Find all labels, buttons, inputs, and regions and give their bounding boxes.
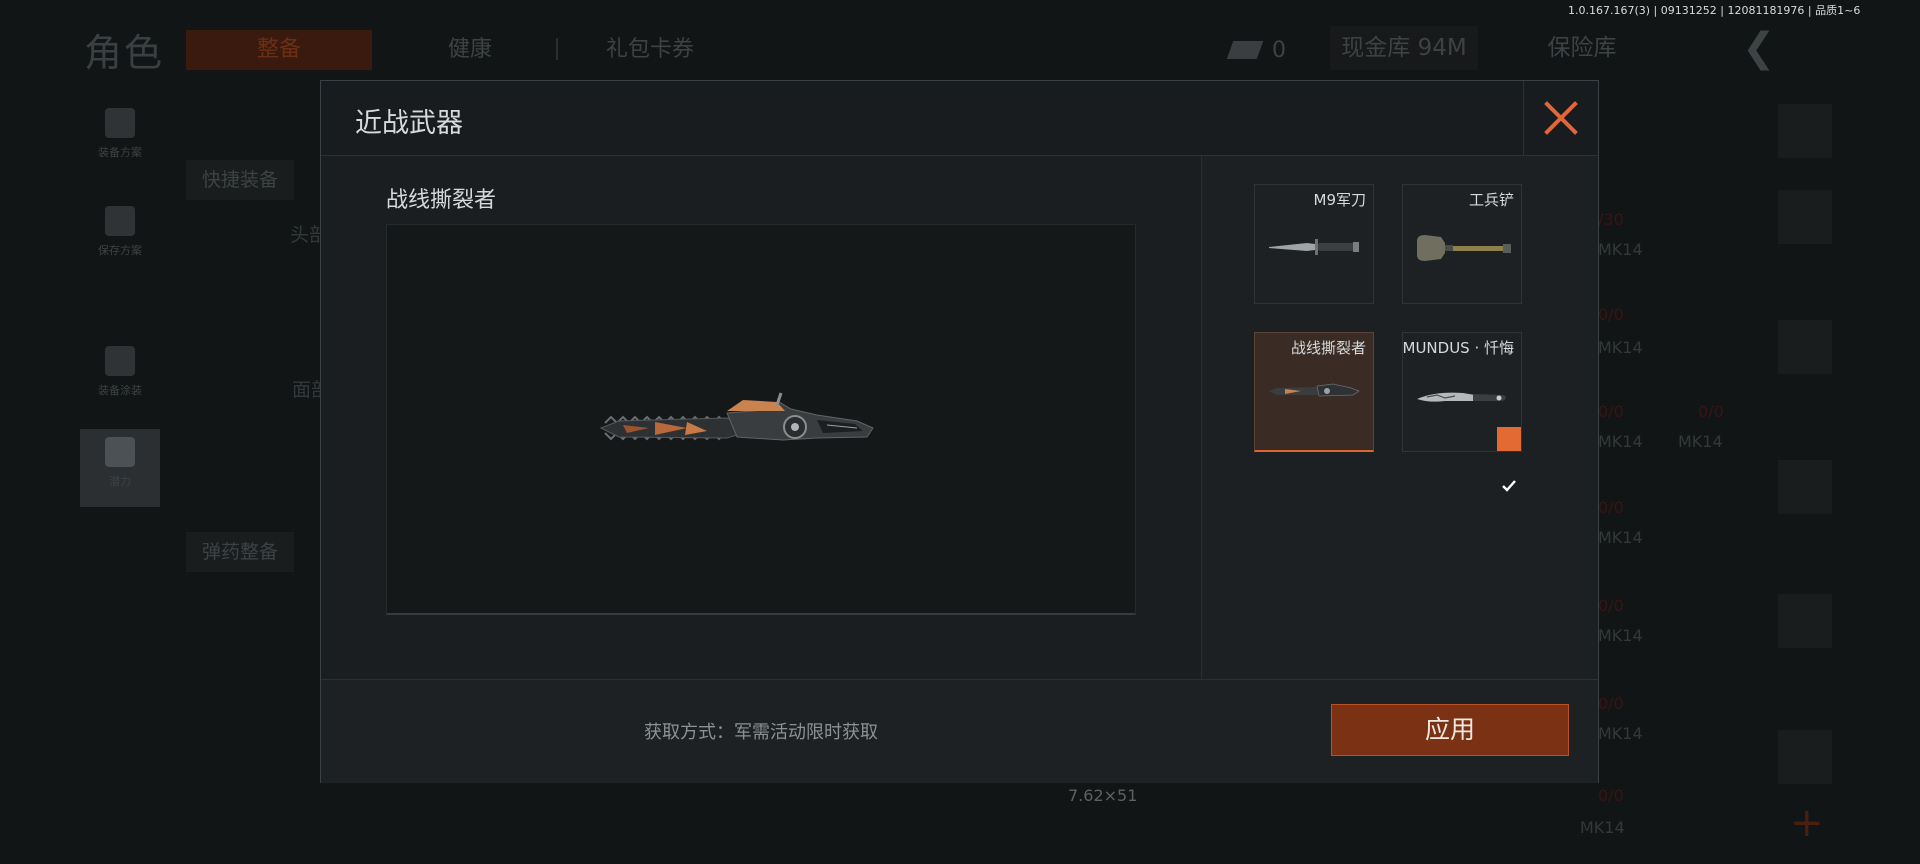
version-text: 1.0.167.167(3) | 09131252 | 12081181976 … — [1568, 4, 1861, 17]
tab-divider — [556, 38, 558, 60]
cash-vault-button[interactable]: 现金库 94M — [1330, 26, 1478, 70]
item-name: MK14 — [1598, 338, 1643, 357]
item-name: MK14 — [1678, 432, 1723, 451]
rifle-icon[interactable] — [1778, 460, 1832, 514]
screen: 角色 整备 健康 礼包卡券 0 现金库 94M 保险库 ❮ 1.0.167.16… — [0, 0, 1920, 864]
tab-prepare[interactable]: 整备 — [186, 30, 372, 70]
insurance-vault-button[interactable]: 保险库 — [1520, 26, 1644, 70]
page-title: 角色 — [84, 31, 165, 75]
equipped-check — [1497, 427, 1521, 492]
rail-label: 装备涂装 — [98, 384, 142, 397]
bayonet-icon — [1269, 239, 1359, 255]
currency-value: 0 — [1272, 37, 1286, 63]
item-name: MK14 — [1598, 528, 1643, 547]
weapon-tile-label: MUNDUS · 忏悔 — [1402, 339, 1515, 357]
plus-icon[interactable]: + — [1790, 800, 1824, 846]
checkmark-icon — [1502, 480, 1516, 492]
currency-display: 0 — [1226, 30, 1286, 70]
ammo-equip-button[interactable]: 弹药整备 — [186, 532, 295, 572]
close-icon — [1544, 101, 1578, 135]
rail-label: 装备方案 — [98, 146, 142, 159]
item-name: MK14 — [1598, 626, 1643, 645]
item-count: 0/0 — [1598, 498, 1624, 517]
dialog-title: 近战武器 — [355, 108, 463, 139]
close-button[interactable] — [1523, 81, 1598, 155]
weapon-tile-label: 工兵铲 — [1468, 191, 1514, 209]
tab-gift-cards[interactable]: 礼包卡券 — [590, 30, 710, 70]
item-name: MK14 — [1580, 818, 1625, 837]
weapon-tile-m9[interactable]: M9军刀 — [1254, 184, 1374, 304]
item-count: 0/0 — [1698, 402, 1724, 421]
rail-item-loadout[interactable]: 装备方案 — [80, 100, 160, 178]
dialog-body: 战线撕裂者 M9军刀 工兵铲 战线撕裂者 MUNDUS · 忏悔 — [321, 156, 1598, 679]
slot-icon[interactable] — [1778, 730, 1832, 784]
quick-equip-button[interactable]: 快捷装备 — [186, 160, 295, 200]
currency-icon — [1226, 41, 1264, 59]
potential-icon — [105, 437, 135, 467]
slot-icon[interactable] — [1778, 190, 1832, 244]
item-count: 0/0 — [1598, 786, 1624, 805]
item-count: 0/0 — [1598, 402, 1624, 421]
weapon-tile-label: M9军刀 — [1313, 191, 1367, 209]
weapon-tile-shovel[interactable]: 工兵铲 — [1402, 184, 1522, 304]
karambit-icon — [1417, 392, 1506, 402]
weapon-list: M9军刀 工兵铲 战线撕裂者 MUNDUS · 忏悔 — [1202, 156, 1598, 679]
stack-icon[interactable] — [1778, 104, 1832, 158]
dialog-header: 近战武器 — [321, 81, 1598, 156]
chainsaw-icon — [1269, 383, 1360, 397]
weapon-tile-label: 战线撕裂者 — [1290, 339, 1366, 357]
chainsaw-blade-image — [599, 392, 874, 441]
item-count: 0/0 — [1598, 596, 1624, 615]
item-name: MK14 — [1598, 240, 1643, 259]
acquire-method-text: 获取方式：军需活动限时获取 — [644, 722, 878, 743]
item-count: /30 — [1598, 210, 1624, 229]
loadout-icon — [105, 108, 135, 138]
rail-item-potential[interactable]: 潜力 — [80, 429, 160, 507]
weapon-tile-mundus[interactable]: MUNDUS · 忏悔 — [1402, 332, 1522, 492]
item-count: 0/0 — [1598, 305, 1624, 324]
weapon-preview[interactable] — [386, 224, 1136, 615]
preview-pane: 战线撕裂者 — [321, 156, 1201, 679]
item-name: MK14 — [1598, 724, 1643, 743]
item-name: MK14 — [1598, 432, 1643, 451]
melee-weapon-dialog: 近战武器 战线撕裂者 M9军刀 工兵铲 战线撕裂者 MUNDUS · 忏悔 获取… — [320, 80, 1599, 783]
apply-button[interactable]: 应用 — [1331, 704, 1569, 756]
helmet-icon — [105, 346, 135, 376]
dialog-footer: 获取方式：军需活动限时获取 应用 — [321, 679, 1598, 783]
rail-label: 保存方案 — [98, 244, 142, 257]
save-icon — [105, 206, 135, 236]
shovel-icon — [1417, 235, 1511, 261]
rail-item-save[interactable]: 保存方案 — [80, 198, 160, 276]
ammo-caliber: 7.62×51 — [1068, 786, 1138, 805]
magazine-icon[interactable] — [1778, 594, 1832, 648]
back-arrow-icon[interactable]: ❮ — [1742, 26, 1776, 70]
item-count: 0/0 — [1598, 694, 1624, 713]
weapon-tile-chainsaw[interactable]: 战线撕裂者 — [1254, 332, 1374, 452]
rail-label: 潜力 — [109, 475, 131, 488]
selected-item-name: 战线撕裂者 — [386, 188, 497, 213]
tab-health[interactable]: 健康 — [420, 30, 520, 70]
slot-icon[interactable] — [1778, 320, 1832, 374]
rail-item-skins[interactable]: 装备涂装 — [80, 338, 160, 416]
